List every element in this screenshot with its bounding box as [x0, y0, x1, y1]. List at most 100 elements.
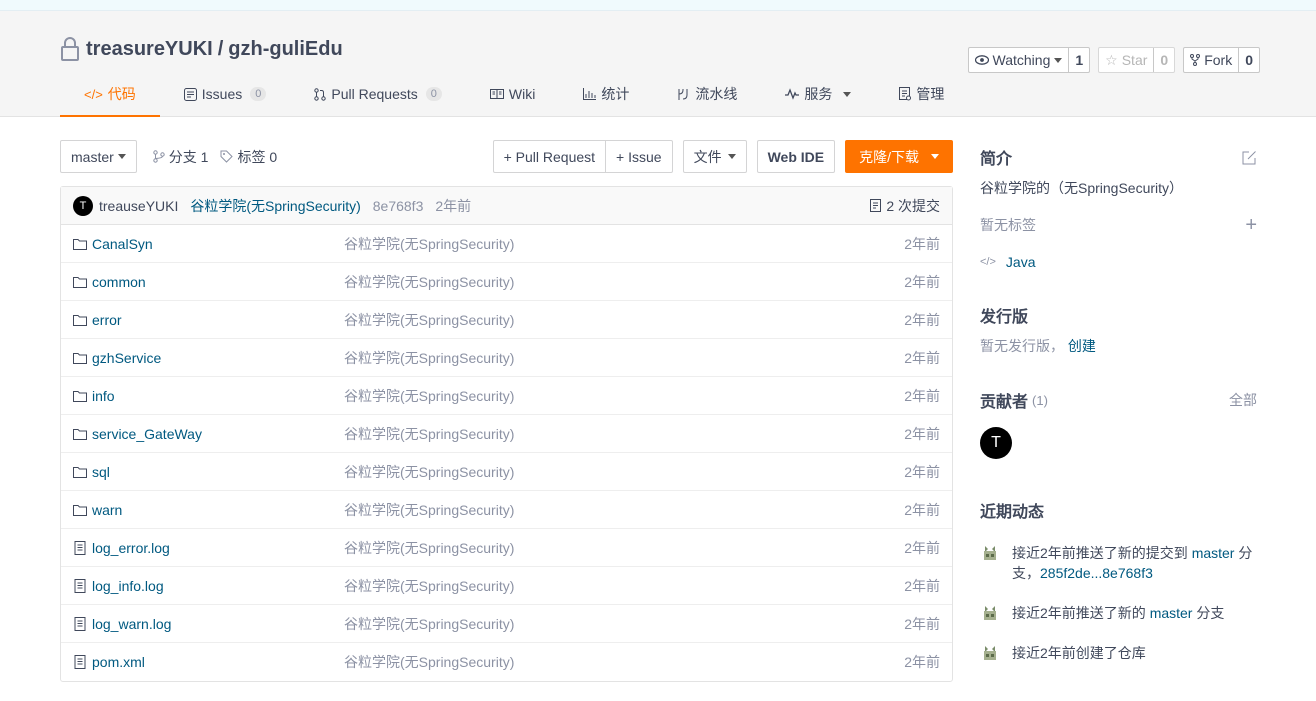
eye-icon: [974, 55, 989, 65]
file-commit-message[interactable]: 谷粒学院(无SpringSecurity): [344, 614, 514, 634]
chevron-down-icon: [727, 154, 736, 159]
file-commit-message[interactable]: 谷粒学院(无SpringSecurity): [344, 386, 514, 406]
file-link[interactable]: log_info.log: [92, 578, 164, 594]
add-tag-icon[interactable]: +: [1245, 215, 1257, 235]
top-strip: [0, 0, 1316, 11]
file-time: 2年前: [904, 654, 940, 670]
commit-sha-link[interactable]: 8e768f3: [373, 198, 424, 214]
tab-services[interactable]: 服务: [761, 72, 875, 116]
tab-manage[interactable]: 管理: [875, 72, 968, 116]
table-row: pom.xml 谷粒学院(无SpringSecurity) 2年前: [61, 643, 952, 681]
clone-label: 克隆/下载: [859, 148, 919, 165]
file-link[interactable]: error: [92, 312, 122, 328]
file-link[interactable]: sql: [92, 464, 110, 480]
star-button[interactable]: ☆ Star 0: [1098, 47, 1176, 73]
tab-stats[interactable]: 统计: [559, 72, 653, 116]
new-pull-request-button[interactable]: + Pull Request: [494, 141, 605, 172]
tags-link[interactable]: 标签 0: [220, 147, 277, 167]
activity-branch-link[interactable]: master: [1150, 605, 1193, 621]
file-commit-message[interactable]: 谷粒学院(无SpringSecurity): [344, 348, 514, 368]
code-icon: </>: [980, 256, 996, 268]
activity-compare-link[interactable]: 285f2de...8e768f3: [1040, 565, 1153, 581]
file-commit-message[interactable]: 谷粒学院(无SpringSecurity): [344, 234, 514, 254]
commit-author[interactable]: treauseYUKI: [99, 198, 178, 214]
contributor-list: T: [980, 427, 1257, 459]
fork-button[interactable]: Fork 0: [1183, 47, 1260, 73]
folder-icon: [73, 428, 87, 440]
commits-icon: [870, 199, 882, 212]
file-name-cell: pom.xml: [73, 654, 344, 670]
file-link[interactable]: info: [92, 388, 115, 404]
file-link[interactable]: log_error.log: [92, 540, 170, 556]
file-link[interactable]: CanalSyn: [92, 236, 153, 252]
create-release-link[interactable]: 创建: [1068, 338, 1096, 354]
watch-button[interactable]: Watching 1: [967, 47, 1091, 73]
repo-title: treasureYUKI / gzh-guliEdu: [60, 37, 343, 61]
commit-message-link[interactable]: 谷粒学院(无SpringSecurity): [190, 196, 360, 216]
issues-count-badge: 0: [250, 87, 267, 101]
tab-pull-requests[interactable]: Pull Requests 0: [290, 72, 466, 116]
tag-icon: [220, 150, 234, 163]
avatar[interactable]: T: [980, 427, 1012, 459]
chevron-down-icon: [1054, 57, 1063, 63]
file-link[interactable]: warn: [92, 502, 122, 518]
file-link[interactable]: log_warn.log: [92, 616, 171, 632]
activity-item: 接近2年前推送了新的 master 分支: [980, 603, 1257, 623]
file-commit-message[interactable]: 谷粒学院(无SpringSecurity): [344, 538, 514, 558]
file-commit-message[interactable]: 谷粒学院(无SpringSecurity): [344, 272, 514, 292]
clone-download-button[interactable]: 克隆/下载: [845, 140, 953, 173]
table-row: info 谷粒学院(无SpringSecurity) 2年前: [61, 377, 952, 415]
file-link[interactable]: gzhService: [92, 350, 161, 366]
table-row: sql 谷粒学院(无SpringSecurity) 2年前: [61, 453, 952, 491]
edit-icon[interactable]: [1242, 150, 1257, 165]
lock-icon: [61, 37, 79, 61]
file-commit-message[interactable]: 谷粒学院(无SpringSecurity): [344, 424, 514, 444]
fork-count[interactable]: 0: [1238, 48, 1259, 72]
branch-select[interactable]: master: [60, 140, 137, 173]
file-menu-button[interactable]: 文件: [682, 140, 747, 173]
new-issue-button[interactable]: + Issue: [605, 141, 672, 172]
tab-label: 流水线: [695, 86, 738, 102]
watch-count[interactable]: 1: [1068, 48, 1089, 72]
file-link[interactable]: service_GateWay: [92, 426, 202, 442]
file-name-cell: log_error.log: [73, 540, 344, 556]
tab-code[interactable]: </> 代码: [60, 72, 160, 117]
commit-count-link[interactable]: 2 次提交: [870, 196, 940, 216]
watch-label: Watching: [992, 52, 1051, 68]
file-commit-message[interactable]: 谷粒学院(无SpringSecurity): [344, 576, 514, 596]
file-commit-message[interactable]: 谷粒学院(无SpringSecurity): [344, 500, 514, 520]
create-group: + Pull Request + Issue: [492, 140, 673, 173]
file-time: 2年前: [904, 539, 940, 556]
folder-icon: [73, 238, 87, 250]
file-commit-message[interactable]: 谷粒学院(无SpringSecurity): [344, 462, 514, 482]
tab-issues[interactable]: Issues 0: [160, 72, 291, 116]
file-commit-message[interactable]: 谷粒学院(无SpringSecurity): [344, 310, 514, 330]
pulse-icon: [785, 88, 800, 100]
tab-label: 服务: [804, 86, 833, 102]
table-row: log_warn.log 谷粒学院(无SpringSecurity) 2年前: [61, 605, 952, 643]
branches-link[interactable]: 分支 1: [153, 147, 208, 167]
file-commit-message[interactable]: 谷粒学院(无SpringSecurity): [344, 652, 514, 672]
folder-icon: [73, 466, 87, 478]
repo-toolbar: master 分支 1 标签 0 + Pull Request + Issue …: [60, 140, 953, 173]
avatar[interactable]: T: [73, 195, 93, 216]
file-link[interactable]: common: [92, 274, 146, 290]
release-heading: 发行版: [980, 298, 1257, 332]
tab-pipeline[interactable]: 流水线: [653, 72, 761, 116]
activity-branch-link[interactable]: master: [1192, 545, 1235, 561]
file-name-cell: info: [73, 388, 344, 404]
star-count[interactable]: 0: [1153, 48, 1174, 72]
all-contributors-link[interactable]: 全部: [1229, 390, 1257, 410]
file-link[interactable]: pom.xml: [92, 654, 145, 670]
sidebar: 简介 谷粒学院的（无SpringSecurity） 暂无标签 + </> Jav…: [980, 140, 1257, 683]
tab-wiki[interactable]: Wiki: [466, 72, 559, 116]
issues-icon: [183, 87, 197, 101]
activity-avatar-icon: [980, 643, 1000, 663]
repo-owner-link[interactable]: treasureYUKI: [86, 38, 213, 61]
latest-commit-row: T treauseYUKI 谷粒学院(无SpringSecurity) 8e76…: [61, 187, 952, 225]
language-link[interactable]: Java: [1006, 254, 1036, 270]
file-table: T treauseYUKI 谷粒学院(无SpringSecurity) 8e76…: [60, 186, 953, 682]
repo-name-link[interactable]: gzh-guliEdu: [228, 38, 342, 61]
tags-count: 标签 0: [237, 148, 278, 165]
web-ide-button[interactable]: Web IDE: [756, 140, 836, 173]
